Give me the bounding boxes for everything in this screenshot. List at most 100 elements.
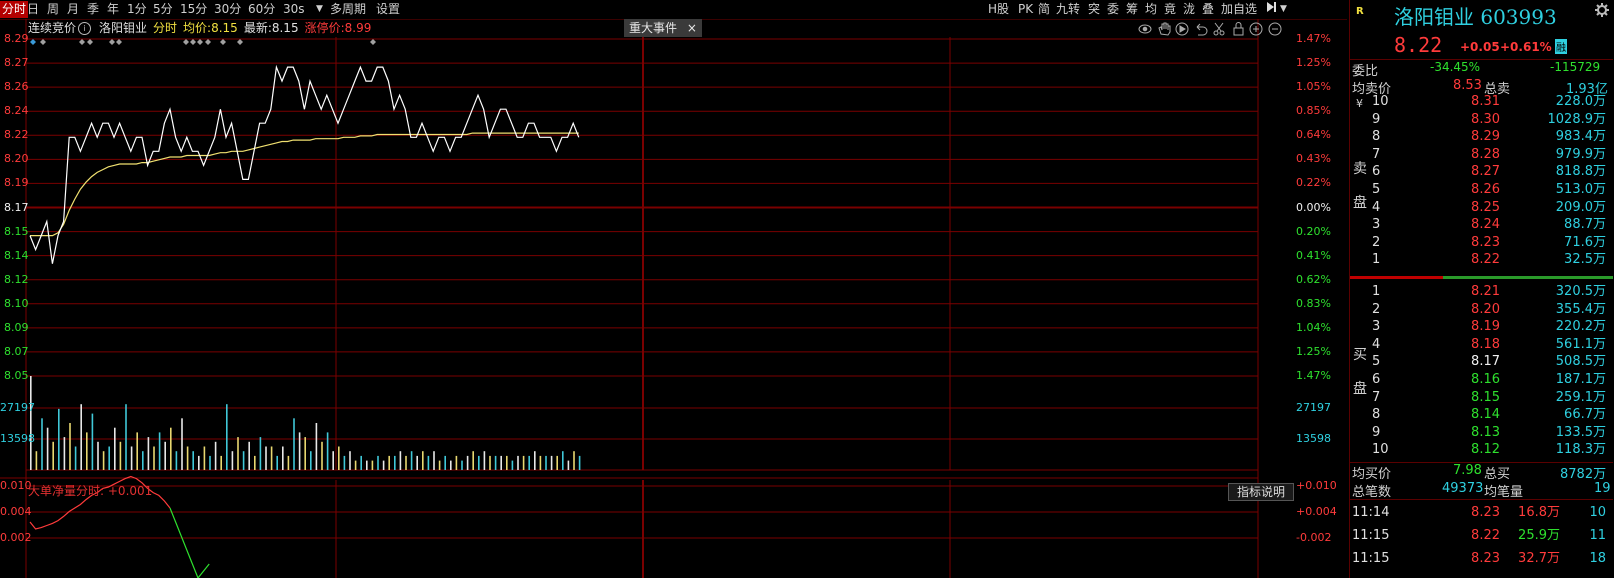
stock-code: 603993 <box>1480 5 1557 29</box>
indicator-help-button[interactable]: 指标说明 <box>1228 483 1294 501</box>
volume-bar <box>30 376 32 470</box>
close-icon[interactable]: × <box>687 21 697 35</box>
tab-fenshi[interactable]: 分时 <box>0 1 29 18</box>
tab-1min[interactable]: 1分 <box>127 1 147 18</box>
order-price: 8.28 <box>1471 146 1500 162</box>
order-book-row[interactable]: 4 8.25 209.0万 <box>1350 199 1613 217</box>
add-watchlist-button[interactable]: 加自选 <box>1221 1 1257 18</box>
h-share-button[interactable]: H股 <box>988 1 1009 18</box>
badge-r: R <box>1356 6 1364 17</box>
tab-month[interactable]: 月 <box>67 1 79 18</box>
auction-button[interactable]: 竟 <box>1164 1 1176 18</box>
volume-bar <box>466 455 469 470</box>
chevron-down-icon[interactable]: ▼ <box>1280 1 1287 18</box>
volume-bar <box>360 455 362 470</box>
tab-week[interactable]: 周 <box>47 1 59 18</box>
chips-button[interactable]: 筹 <box>1126 1 1138 18</box>
order-book-row[interactable]: 9 8.13 133.5万 <box>1350 424 1613 442</box>
undo-icon[interactable] <box>1196 23 1208 36</box>
volume-bar <box>511 460 514 470</box>
order-book-row[interactable]: 8 8.14 66.7万 <box>1350 406 1613 424</box>
order-book-row[interactable]: 3 8.19 220.2万 <box>1350 318 1613 336</box>
lock-icon[interactable] <box>1233 22 1244 36</box>
order-book-row[interactable]: 10 8.12 118.3万 <box>1350 441 1613 459</box>
order-book-row[interactable]: 5 8.17 508.5万 <box>1350 353 1613 371</box>
chart-info-line: 连续竞价 i 洛阳钼业 分时 均价:8.15 最新:8.15 涨停价:8.99 <box>28 20 371 36</box>
volume-bar <box>125 404 127 470</box>
intraday-chart[interactable] <box>0 19 1347 578</box>
order-book-row[interactable]: 6 8.16 187.1万 <box>1350 371 1613 389</box>
order-book-row[interactable]: 2 8.23 71.6万 <box>1350 234 1613 252</box>
tab-quarter[interactable]: 季 <box>87 1 99 18</box>
overlay-button[interactable]: 叠 <box>1202 1 1214 18</box>
tab-15min[interactable]: 15分 <box>180 1 207 18</box>
price-tick-label: 8.24 <box>4 104 29 118</box>
volume-bar <box>539 455 542 470</box>
volume-bar <box>550 455 553 470</box>
price-tick-label: 8.14 <box>4 248 29 262</box>
order-price: 8.15 <box>1471 389 1500 405</box>
order-book-row[interactable]: 1 8.22 32.5万 <box>1350 251 1613 269</box>
zoom-out-icon[interactable] <box>1268 22 1282 36</box>
volume-bar <box>119 441 122 470</box>
volume-bar <box>483 451 486 470</box>
net-tick-label: -0.002 <box>1296 531 1332 544</box>
average-button[interactable]: 均 <box>1145 1 1157 18</box>
session-label: 连续竞价 <box>28 21 77 35</box>
order-book-row[interactable]: 7 8.28 979.9万 <box>1350 146 1613 164</box>
tick-row: 11:15 8.23 32.7万 18 <box>1350 550 1613 568</box>
level-number: 6 <box>1372 372 1381 387</box>
bid-ratio-bar <box>1443 276 1613 279</box>
tab-30s[interactable]: 30s <box>283 1 305 18</box>
avg-trade-label: 均笔量 <box>1484 485 1524 500</box>
net-tick-label: 0.002 <box>0 531 32 544</box>
hand-icon[interactable] <box>1158 22 1171 36</box>
order-book-row[interactable]: 8 8.29 983.4万 <box>1350 128 1613 146</box>
eye-icon[interactable] <box>1138 24 1152 34</box>
volume-bar <box>203 446 206 470</box>
order-book-row[interactable]: 7 8.15 259.1万 <box>1350 389 1613 407</box>
multi-period-button[interactable]: 多周期 <box>330 1 366 18</box>
volume-bar <box>164 441 166 470</box>
order-book-row[interactable]: 9 8.30 1028.9万 <box>1350 111 1613 129</box>
order-book-row[interactable]: 3 8.24 88.7万 <box>1350 216 1613 234</box>
order-book-row[interactable]: 4 8.18 561.1万 <box>1350 336 1613 354</box>
order-button[interactable]: 委 <box>1107 1 1119 18</box>
flow-button[interactable]: 泷 <box>1183 1 1195 18</box>
order-book-row[interactable]: 2 8.20 355.4万 <box>1350 301 1613 319</box>
order-book-row[interactable]: 1 8.21 320.5万 <box>1350 283 1613 301</box>
tab-5min[interactable]: 5分 <box>153 1 173 18</box>
limit-value: 8.99 <box>344 21 372 35</box>
order-volume: 187.1万 <box>1555 372 1606 387</box>
order-book-row[interactable]: 5 8.26 513.0万 <box>1350 181 1613 199</box>
settings-button[interactable]: 设置 <box>376 1 400 18</box>
tab-year[interactable]: 年 <box>107 1 119 18</box>
tick-count: 10 <box>1589 505 1606 520</box>
volume-bar <box>209 455 211 470</box>
tab-day[interactable]: 日 <box>27 1 39 18</box>
tab-30min[interactable]: 30分 <box>214 1 241 18</box>
level-number: 3 <box>1372 319 1381 335</box>
info-icon[interactable]: i <box>78 22 92 35</box>
order-book-row[interactable]: 10 8.31 228.0万 <box>1350 93 1613 111</box>
scissors-icon[interactable] <box>1213 22 1225 36</box>
order-book-row[interactable]: 6 8.27 818.8万 <box>1350 163 1613 181</box>
tab-60min[interactable]: 60分 <box>248 1 275 18</box>
volume-bar <box>130 446 133 470</box>
chevron-down-icon[interactable]: ▼ <box>316 1 323 18</box>
major-events-tab[interactable]: 重大事件 × <box>624 19 702 37</box>
simple-button[interactable]: 简 <box>1038 1 1050 18</box>
price-tick-label: 8.15 <box>4 224 29 238</box>
play-arrow-icon[interactable] <box>1265 1 1277 18</box>
nine-turn-button[interactable]: 九转 <box>1056 1 1080 18</box>
breakout-button[interactable]: 突 <box>1088 1 1100 18</box>
tick-price: 8.23 <box>1471 551 1500 566</box>
pk-button[interactable]: PK <box>1018 1 1033 18</box>
order-volume: 32.5万 <box>1564 252 1606 268</box>
last-value: 8.15 <box>271 21 299 35</box>
price-change-pct: +0.61% <box>1500 40 1552 54</box>
gear-icon[interactable] <box>1595 3 1609 21</box>
play-icon[interactable] <box>1175 22 1189 36</box>
level-number: 4 <box>1372 336 1381 352</box>
zoom-in-icon[interactable] <box>1249 22 1263 36</box>
